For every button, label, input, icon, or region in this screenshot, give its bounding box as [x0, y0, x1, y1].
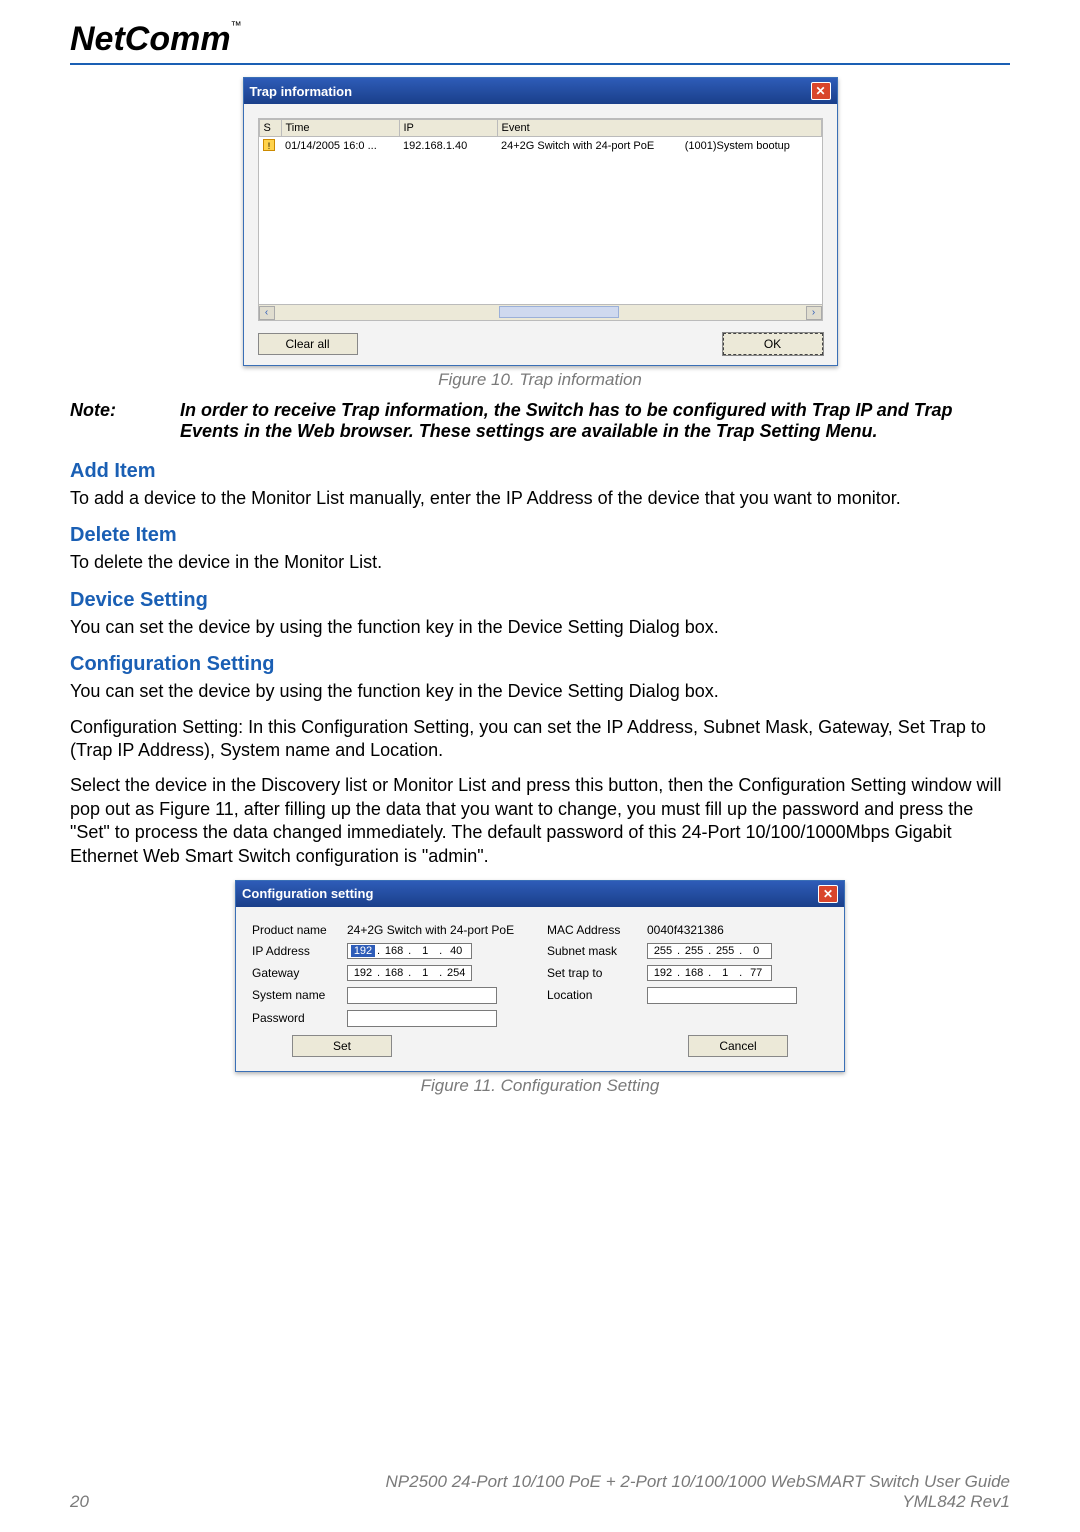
password-input[interactable]: [347, 1010, 497, 1027]
close-icon[interactable]: ✕: [818, 885, 838, 903]
label-subnet: Subnet mask: [547, 944, 647, 958]
scroll-left-icon[interactable]: ‹: [259, 306, 275, 320]
label-product: Product name: [252, 923, 347, 937]
close-icon[interactable]: ✕: [811, 82, 831, 100]
page-footer: 20 NP2500 24-Port 10/100 PoE + 2-Port 10…: [70, 1472, 1010, 1512]
page-number: 20: [70, 1492, 89, 1512]
col-severity[interactable]: S: [259, 120, 281, 137]
dialog-title-text: Trap information: [250, 84, 353, 99]
heading-device-setting: Device Setting: [70, 589, 1010, 612]
footer-rev: YML842 Rev1: [386, 1492, 1010, 1512]
cancel-button[interactable]: Cancel: [688, 1035, 788, 1057]
scroll-right-icon[interactable]: ›: [806, 306, 822, 320]
figure-11-caption: Figure 11. Configuration Setting: [70, 1076, 1010, 1096]
label-gateway: Gateway: [252, 966, 347, 980]
paragraph: To delete the device in the Monitor List…: [70, 551, 1010, 574]
trap-info-dialog: Trap information ✕ S Time IP Event !: [243, 77, 838, 366]
label-trap: Set trap to: [547, 966, 647, 980]
set-button[interactable]: Set: [292, 1035, 392, 1057]
location-input[interactable]: [647, 987, 797, 1004]
col-time[interactable]: Time: [281, 120, 399, 137]
value-mac: 0040f4321386: [647, 923, 797, 937]
figure-10-caption: Figure 10. Trap information: [70, 370, 1010, 390]
footer-title: NP2500 24-Port 10/100 PoE + 2-Port 10/10…: [386, 1472, 1010, 1492]
set-trap-input[interactable]: 192. 168. 1. 77: [647, 965, 772, 981]
label-system: System name: [252, 988, 347, 1002]
paragraph: Configuration Setting: In this Configura…: [70, 716, 1010, 763]
config-setting-dialog: Configuration setting ✕ Product name 24+…: [235, 880, 845, 1072]
label-mac: MAC Address: [547, 923, 647, 937]
value-product: 24+2G Switch with 24-port PoE: [347, 923, 547, 937]
header: NetComm™: [70, 20, 1010, 65]
ok-button[interactable]: OK: [723, 333, 823, 355]
gateway-input[interactable]: 192. 168. 1. 254: [347, 965, 472, 981]
scroll-thumb[interactable]: [499, 306, 619, 318]
table-row[interactable]: ! 01/14/2005 16:0 ... 192.168.1.40 24+2G…: [259, 137, 821, 155]
system-name-input[interactable]: [347, 987, 497, 1004]
label-password: Password: [252, 1011, 347, 1025]
dialog-title-text: Configuration setting: [242, 886, 373, 901]
dialog-titlebar: Configuration setting ✕: [236, 881, 844, 907]
subnet-mask-input[interactable]: 255. 255. 255. 0: [647, 943, 772, 959]
trap-table: S Time IP Event ! 01/14/2005 16:0 ... 19…: [258, 118, 823, 321]
horizontal-scrollbar[interactable]: ‹ ›: [259, 304, 822, 320]
col-ip[interactable]: IP: [399, 120, 497, 137]
heading-config-setting: Configuration Setting: [70, 653, 1010, 676]
dialog-titlebar: Trap information ✕: [244, 78, 837, 104]
paragraph: Select the device in the Discovery list …: [70, 774, 1010, 868]
ip-address-input[interactable]: 192. 168. 1. 40: [347, 943, 472, 959]
label-location: Location: [547, 988, 647, 1002]
heading-add-item: Add Item: [70, 460, 1010, 483]
paragraph: You can set the device by using the func…: [70, 616, 1010, 639]
warning-icon: !: [263, 139, 275, 151]
clear-all-button[interactable]: Clear all: [258, 333, 358, 355]
paragraph: You can set the device by using the func…: [70, 680, 1010, 703]
paragraph: To add a device to the Monitor List manu…: [70, 487, 1010, 510]
note: Note: In order to receive Trap informati…: [70, 400, 1010, 442]
label-ip: IP Address: [252, 944, 347, 958]
heading-delete-item: Delete Item: [70, 524, 1010, 547]
col-event[interactable]: Event: [497, 120, 821, 137]
logo: NetComm™: [70, 20, 242, 58]
